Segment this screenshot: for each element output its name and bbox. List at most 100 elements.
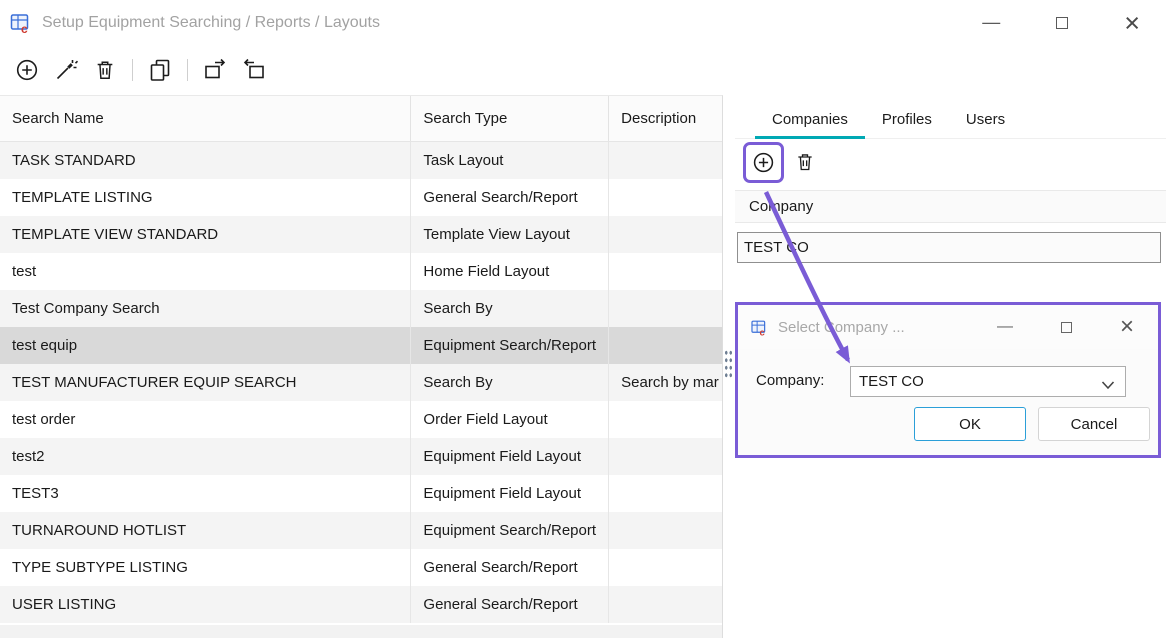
table-row[interactable]: USER LISTING General Search/Report xyxy=(0,586,722,623)
table-row[interactable]: TEMPLATE VIEW STANDARD Template View Lay… xyxy=(0,216,722,253)
table-row[interactable]: TEMPLATE LISTING General Search/Report xyxy=(0,179,722,216)
cell-description xyxy=(609,475,722,512)
cell-description xyxy=(609,216,722,253)
window-title: Setup Equipment Searching / Reports / La… xyxy=(42,14,380,32)
horizontal-scrollbar[interactable] xyxy=(0,625,722,638)
cell-search-name: Test Company Search xyxy=(0,290,411,327)
table-row[interactable]: test2 Equipment Field Layout xyxy=(0,438,722,475)
cell-search-type: Search By xyxy=(411,364,609,401)
maximize-icon[interactable] xyxy=(1056,17,1068,29)
window-controls: — × xyxy=(982,0,1166,45)
cell-search-type: Home Field Layout xyxy=(411,253,609,290)
cell-description xyxy=(609,290,722,327)
cell-search-name: TASK STANDARD xyxy=(0,142,411,179)
search-layouts-table: Search Name Search Type Description TASK… xyxy=(0,95,723,638)
dialog-maximize-icon[interactable] xyxy=(1061,322,1072,333)
cell-search-type: Task Layout xyxy=(411,142,609,179)
cell-search-name: USER LISTING xyxy=(0,586,411,623)
table-row[interactable]: TURNAROUND HOTLIST Equipment Search/Repo… xyxy=(0,512,722,549)
cell-description xyxy=(609,401,722,438)
splitter-grip[interactable] xyxy=(724,349,733,379)
cell-description xyxy=(609,327,722,364)
table-row[interactable]: test Home Field Layout xyxy=(0,253,722,290)
cell-search-type: General Search/Report xyxy=(411,179,609,216)
column-header-search-name[interactable]: Search Name xyxy=(0,96,411,141)
table-row[interactable]: TYPE SUBTYPE LISTING General Search/Repo… xyxy=(0,549,722,586)
title-bar: c Setup Equipment Searching / Reports / … xyxy=(0,0,1166,45)
delete-icon[interactable] xyxy=(93,58,117,82)
app-icon: c xyxy=(8,10,34,36)
svg-text:c: c xyxy=(759,327,764,337)
tab-users[interactable]: Users xyxy=(949,111,1022,138)
cell-description xyxy=(609,549,722,586)
tab-profiles[interactable]: Profiles xyxy=(865,111,949,138)
cell-search-type: Template View Layout xyxy=(411,216,609,253)
table-row[interactable]: test order Order Field Layout xyxy=(0,401,722,438)
table-row[interactable]: TEST MANUFACTURER EQUIP SEARCH Search By… xyxy=(0,364,722,401)
table-row[interactable]: Test Company Search Search By xyxy=(0,290,722,327)
toolbar-separator xyxy=(187,59,188,81)
cell-description xyxy=(609,142,722,179)
chevron-down-icon xyxy=(1101,377,1115,394)
minimize-icon[interactable]: — xyxy=(982,12,1000,33)
cancel-button[interactable]: Cancel xyxy=(1038,407,1150,441)
company-dropdown[interactable]: TEST CO xyxy=(850,366,1126,397)
cell-search-name: test order xyxy=(0,401,411,438)
delete-company-icon[interactable] xyxy=(795,152,815,172)
cell-search-type: General Search/Report xyxy=(411,549,609,586)
dialog-minimize-icon[interactable]: — xyxy=(997,318,1013,336)
paste-layout-icon[interactable] xyxy=(148,58,172,82)
add-company-icon[interactable] xyxy=(752,151,775,174)
company-dropdown-value: TEST CO xyxy=(859,373,924,390)
cell-description xyxy=(609,438,722,475)
dialog-close-icon[interactable]: × xyxy=(1120,318,1134,336)
cell-search-name: TEMPLATE VIEW STANDARD xyxy=(0,216,411,253)
right-panel-tabs: Companies Profiles Users xyxy=(735,105,1166,139)
cell-search-type: Equipment Field Layout xyxy=(411,438,609,475)
add-icon[interactable] xyxy=(15,58,39,82)
cell-search-type: Equipment Field Layout xyxy=(411,475,609,512)
cell-search-type: Search By xyxy=(411,290,609,327)
dialog-title-bar: c Select Company ... — × xyxy=(738,305,1158,349)
company-list: TEST CO xyxy=(737,232,1161,263)
dialog-app-icon: c xyxy=(749,317,769,337)
table-row[interactable]: TEST3 Equipment Field Layout xyxy=(0,475,722,512)
cell-search-name: TYPE SUBTYPE LISTING xyxy=(0,549,411,586)
cell-search-type: Order Field Layout xyxy=(411,401,609,438)
cell-description: Search by mar xyxy=(609,364,722,401)
import-layout-icon[interactable] xyxy=(242,58,266,82)
cell-description xyxy=(609,512,722,549)
dialog-title: Select Company ... xyxy=(778,319,905,336)
table-row[interactable]: TASK STANDARD Task Layout xyxy=(0,142,722,179)
toolbar-separator xyxy=(132,59,133,81)
column-header-description[interactable]: Description xyxy=(609,96,722,141)
cell-description xyxy=(609,253,722,290)
dialog-controls: — × xyxy=(997,318,1158,336)
company-row[interactable]: TEST CO xyxy=(737,232,1161,263)
companies-toolbar xyxy=(743,140,815,184)
ok-button[interactable]: OK xyxy=(914,407,1026,441)
cell-search-name: TEST MANUFACTURER EQUIP SEARCH xyxy=(0,364,411,401)
company-column-header[interactable]: Company xyxy=(735,190,1166,223)
cell-search-name: TEMPLATE LISTING xyxy=(0,179,411,216)
cell-description xyxy=(609,586,722,623)
column-header-search-type[interactable]: Search Type xyxy=(411,96,609,141)
table-row[interactable]: test equip Equipment Search/Report xyxy=(0,327,722,364)
cell-search-type: Equipment Search/Report xyxy=(411,512,609,549)
annotation-highlight-box xyxy=(743,142,784,183)
table-header: Search Name Search Type Description xyxy=(0,96,722,142)
tab-companies[interactable]: Companies xyxy=(755,111,865,138)
main-toolbar xyxy=(0,45,723,95)
cell-search-name: TURNAROUND HOTLIST xyxy=(0,512,411,549)
company-name: TEST CO xyxy=(744,239,809,256)
cell-search-name: test equip xyxy=(0,327,411,364)
table-body: TASK STANDARD Task Layout TEMPLATE LISTI… xyxy=(0,142,722,623)
company-field-label: Company: xyxy=(756,372,824,389)
wand-icon[interactable] xyxy=(54,58,78,82)
close-icon[interactable]: × xyxy=(1124,13,1140,33)
svg-text:c: c xyxy=(21,22,28,35)
cell-search-type: Equipment Search/Report xyxy=(411,327,609,364)
select-company-dialog: c Select Company ... — × Company: TEST C… xyxy=(735,302,1161,458)
cell-search-type: General Search/Report xyxy=(411,586,609,623)
export-layout-icon[interactable] xyxy=(203,58,227,82)
